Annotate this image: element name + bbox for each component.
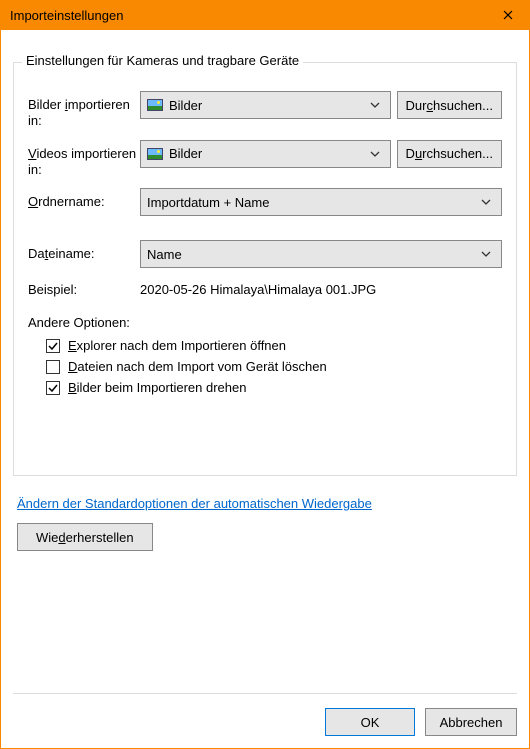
checkbox-icon	[46, 381, 60, 395]
checkbox-open-explorer[interactable]: Explorer nach dem Importieren öffnen	[46, 338, 502, 353]
chevron-down-icon	[366, 102, 384, 108]
ok-button[interactable]: OK	[325, 708, 415, 736]
chevron-down-icon	[366, 151, 384, 157]
checkbox-rotate-images[interactable]: Bilder beim Importieren drehen	[46, 380, 502, 395]
label-foldername: Ordnername:	[28, 188, 140, 210]
dialog-footer: OK Abbrechen	[13, 693, 517, 736]
cancel-button[interactable]: Abbrechen	[425, 708, 517, 736]
combo-images-value: Bilder	[169, 98, 366, 113]
checkbox-label: Explorer nach dem Importieren öffnen	[68, 338, 286, 353]
groupbox-legend: Einstellungen für Kameras und tragbare G…	[22, 53, 303, 68]
restore-defaults-button[interactable]: Wiederherstellen	[17, 523, 153, 551]
autoplay-defaults-link[interactable]: Ändern der Standardoptionen der automati…	[17, 496, 517, 511]
row-foldername: Ordnername: Importdatum + Name	[28, 188, 502, 216]
row-filename: Dateiname: Name	[28, 240, 502, 268]
combo-foldername[interactable]: Importdatum + Name	[140, 188, 502, 216]
label-filename: Dateiname:	[28, 240, 140, 262]
chevron-down-icon	[477, 199, 495, 205]
checkbox-label: Bilder beim Importieren drehen	[68, 380, 246, 395]
row-videos-import: Videos importieren in: Bilder Durchsuche…	[28, 140, 502, 179]
settings-groupbox: Einstellungen für Kameras und tragbare G…	[13, 62, 517, 476]
row-images-import: Bilder importieren in: Bilder Durchsuche…	[28, 91, 502, 130]
checkbox-label: Dateien nach dem Import vom Gerät lösche…	[68, 359, 327, 374]
close-icon	[503, 10, 513, 20]
other-options-heading: Andere Optionen:	[28, 315, 502, 330]
dialog-body: Einstellungen für Kameras und tragbare G…	[0, 30, 530, 749]
browse-images-button[interactable]: Durchsuchen...	[397, 91, 502, 119]
label-videos-import: Videos importieren in:	[28, 140, 140, 179]
example-value: 2020-05-26 Himalaya\Himalaya 001.JPG	[140, 282, 376, 297]
checkbox-icon	[46, 360, 60, 374]
pictures-icon	[147, 99, 163, 111]
combo-videos-folder[interactable]: Bilder	[140, 140, 391, 168]
chevron-down-icon	[477, 251, 495, 257]
title-bar: Importeinstellungen	[0, 0, 530, 30]
combo-videos-value: Bilder	[169, 146, 366, 161]
combo-images-folder[interactable]: Bilder	[140, 91, 391, 119]
browse-videos-button[interactable]: Durchsuchen...	[397, 140, 502, 168]
label-example: Beispiel:	[28, 282, 140, 297]
label-images-import: Bilder importieren in:	[28, 91, 140, 130]
checkbox-delete-after-import[interactable]: Dateien nach dem Import vom Gerät lösche…	[46, 359, 502, 374]
combo-filename-value: Name	[147, 247, 477, 262]
pictures-icon	[147, 148, 163, 160]
close-button[interactable]	[485, 0, 530, 30]
row-example: Beispiel: 2020-05-26 Himalaya\Himalaya 0…	[28, 282, 502, 297]
window-title: Importeinstellungen	[10, 8, 485, 23]
combo-foldername-value: Importdatum + Name	[147, 195, 477, 210]
checkbox-icon	[46, 339, 60, 353]
combo-filename[interactable]: Name	[140, 240, 502, 268]
